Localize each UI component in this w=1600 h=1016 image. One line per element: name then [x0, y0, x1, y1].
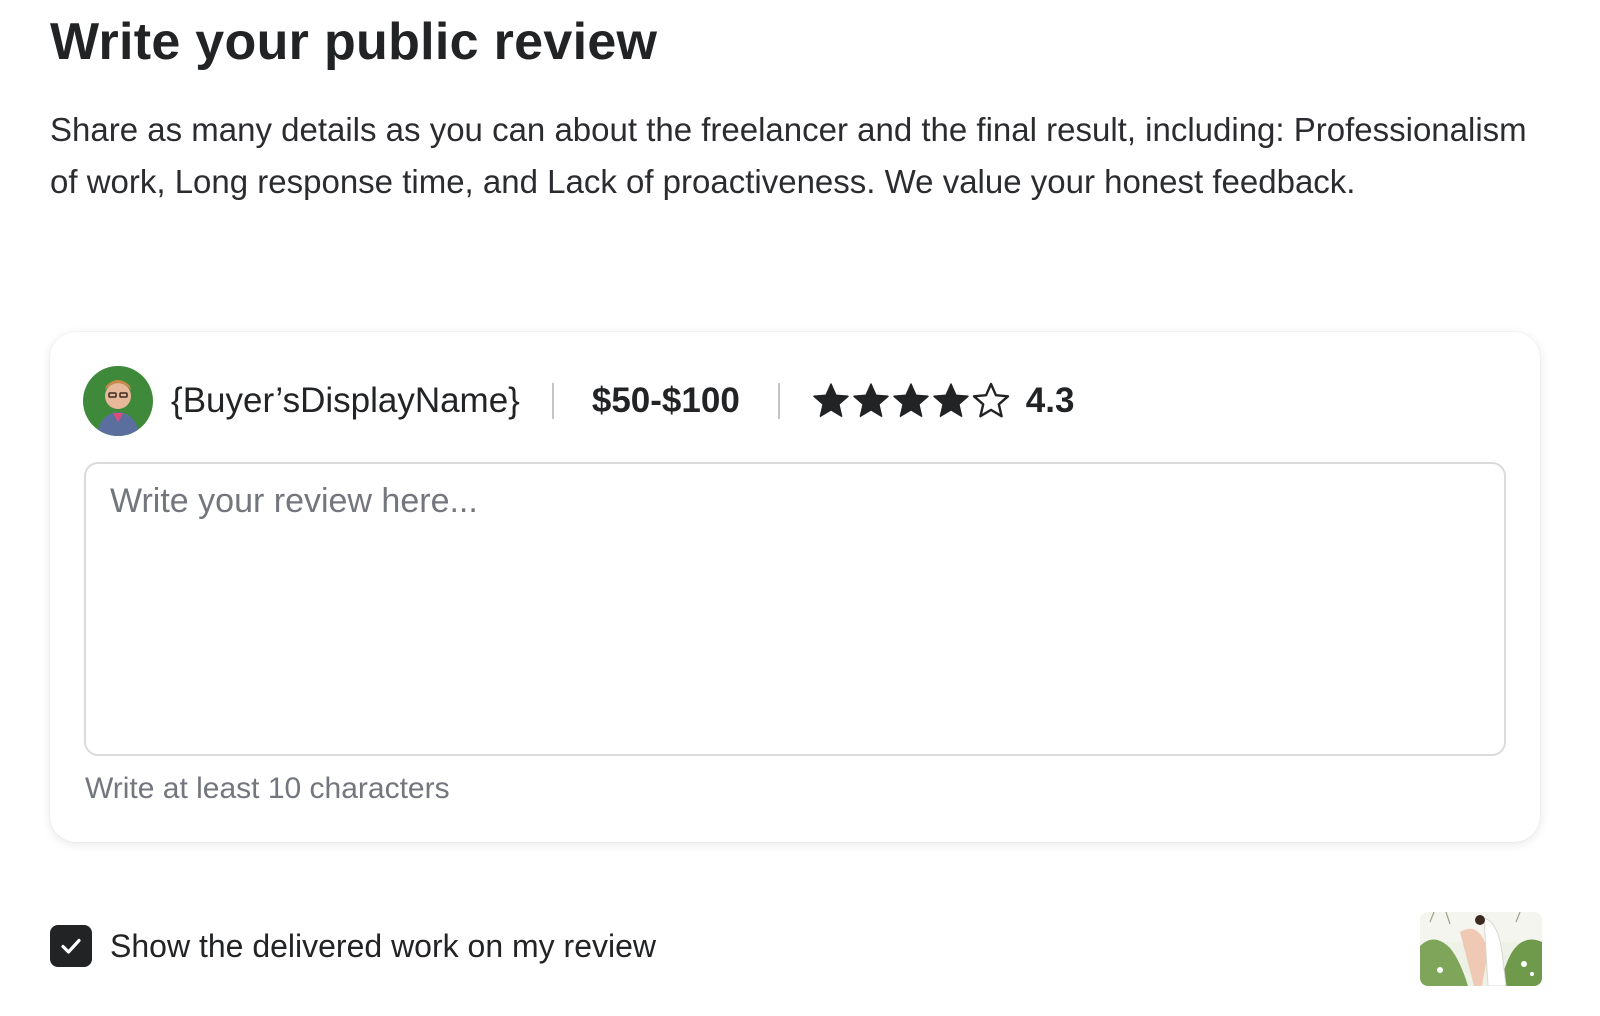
show-delivered-work-option[interactable]: Show the delivered work on my review — [50, 925, 656, 967]
meta-divider — [777, 383, 780, 419]
meta-divider — [551, 383, 554, 419]
review-meta-row: {Buyer’sDisplayName} $50-$100 4.3 — [83, 366, 1074, 436]
star-filled-icon — [932, 382, 970, 420]
delivered-work-thumbnail[interactable] — [1420, 912, 1542, 986]
review-input[interactable] — [84, 462, 1506, 756]
star-filled-icon — [892, 382, 930, 420]
rating-value: 4.3 — [1025, 381, 1075, 420]
page-description: Share as many details as you can about t… — [50, 111, 1527, 200]
checkmark-icon — [61, 938, 81, 954]
star-filled-icon — [812, 382, 850, 420]
review-card: {Buyer’sDisplayName} $50-$100 4.3 Write … — [50, 332, 1540, 842]
buyer-avatar — [83, 366, 153, 436]
star-filled-icon — [852, 382, 890, 420]
review-hint: Write at least 10 characters — [85, 772, 450, 805]
star-rating — [812, 382, 1010, 420]
budget-range: $50-$100 — [591, 381, 740, 420]
review-page: Write your public review Share as many d… — [0, 0, 1600, 1016]
star-empty-icon — [972, 382, 1010, 420]
buyer-name: {Buyer’sDisplayName} — [171, 381, 520, 420]
show-delivered-work-label: Show the delivered work on my review — [110, 927, 657, 964]
show-delivered-work-checkbox[interactable] — [50, 925, 92, 967]
page-title: Write your public review — [50, 13, 658, 71]
